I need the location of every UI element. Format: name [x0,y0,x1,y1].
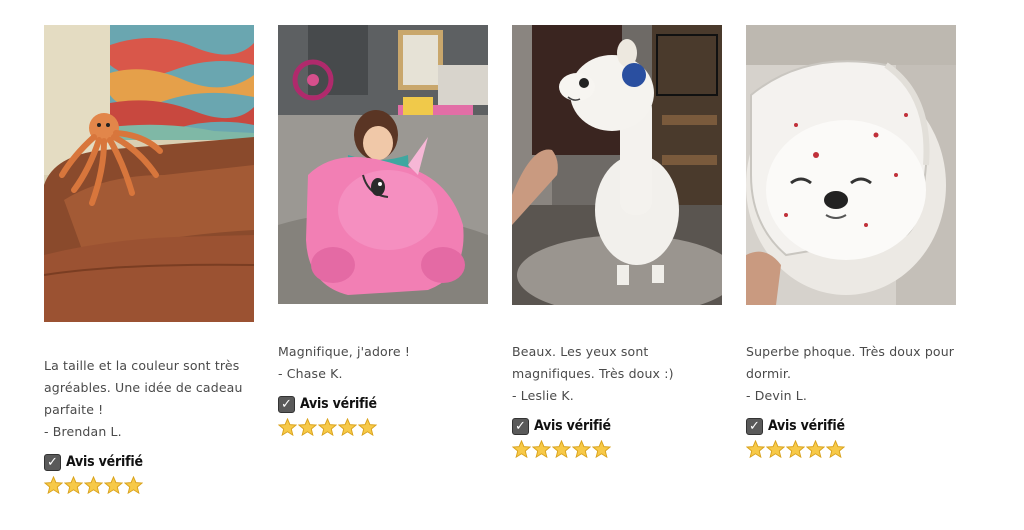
review-text-line: Superbe phoque. Très doux pour [746,344,955,359]
review-text: Superbe phoque. Très doux pour dormir. -… [746,341,956,407]
review-card: Superbe phoque. Très doux pour dormir. -… [746,25,956,460]
star-icon [278,417,297,436]
pink-unicorn-plush-photo [278,25,488,304]
checkbox-checked-icon: ✓ [278,395,295,413]
review-card: Magnifique, j'adore ! - Chase K. ✓ Avis … [278,25,488,438]
review-author: - Leslie K. [512,388,574,403]
verified-badge: ✓ Avis vérifié [44,451,254,473]
verified-label: Avis vérifié [300,396,377,412]
star-icon [104,475,123,494]
checkbox-checked-icon: ✓ [746,417,763,435]
star-icon [552,439,571,458]
review-text-line: dormir. [746,366,792,381]
verified-label: Avis vérifié [534,418,611,434]
verified-label: Avis vérifié [768,418,845,434]
star-icon [338,417,357,436]
review-photo[interactable] [746,25,956,305]
star-icon [806,439,825,458]
review-text-line: agréables. Une idée de cadeau [44,380,243,395]
star-icon [572,439,591,458]
verified-badge: ✓ Avis vérifié [278,393,488,415]
review-text: La taille et la couleur sont très agréab… [44,355,254,443]
star-icon [592,439,611,458]
star-rating [512,438,722,460]
review-photo[interactable] [512,25,722,305]
review-text-line: parfaite ! [44,402,104,417]
review-text-line: La taille et la couleur sont très [44,358,240,373]
star-icon [786,439,805,458]
star-icon [766,439,785,458]
star-icon [826,439,845,458]
seal-plush-photo [746,25,956,305]
verified-badge: ✓ Avis vérifié [746,415,956,437]
verified-label: Avis vérifié [66,454,143,470]
review-author: - Chase K. [278,366,343,381]
review-text: Beaux. Les yeux sont magnifiques. Très d… [512,341,722,407]
star-rating [746,438,956,460]
star-icon [124,475,143,494]
star-icon [44,475,63,494]
star-icon [298,417,317,436]
star-rating [44,474,254,496]
review-photo[interactable] [44,25,254,322]
checkbox-checked-icon: ✓ [512,417,529,435]
review-text-line: Magnifique, j'adore ! [278,344,410,359]
review-author: - Brendan L. [44,424,122,439]
review-author: - Devin L. [746,388,808,403]
review-photo[interactable] [278,25,488,304]
review-card: Beaux. Les yeux sont magnifiques. Très d… [512,25,722,460]
star-rating [278,416,488,438]
octopus-plush-photo [44,25,254,322]
checkbox-checked-icon: ✓ [44,453,61,471]
star-icon [746,439,765,458]
verified-badge: ✓ Avis vérifié [512,415,722,437]
star-icon [318,417,337,436]
star-icon [358,417,377,436]
review-text: Magnifique, j'adore ! - Chase K. [278,341,488,385]
review-text-line: magnifiques. Très doux :) [512,366,674,381]
star-icon [532,439,551,458]
alpaca-plush-photo [512,25,722,305]
review-card: La taille et la couleur sont très agréab… [44,25,254,496]
review-text-line: Beaux. Les yeux sont [512,344,649,359]
star-icon [64,475,83,494]
star-icon [512,439,531,458]
star-icon [84,475,103,494]
